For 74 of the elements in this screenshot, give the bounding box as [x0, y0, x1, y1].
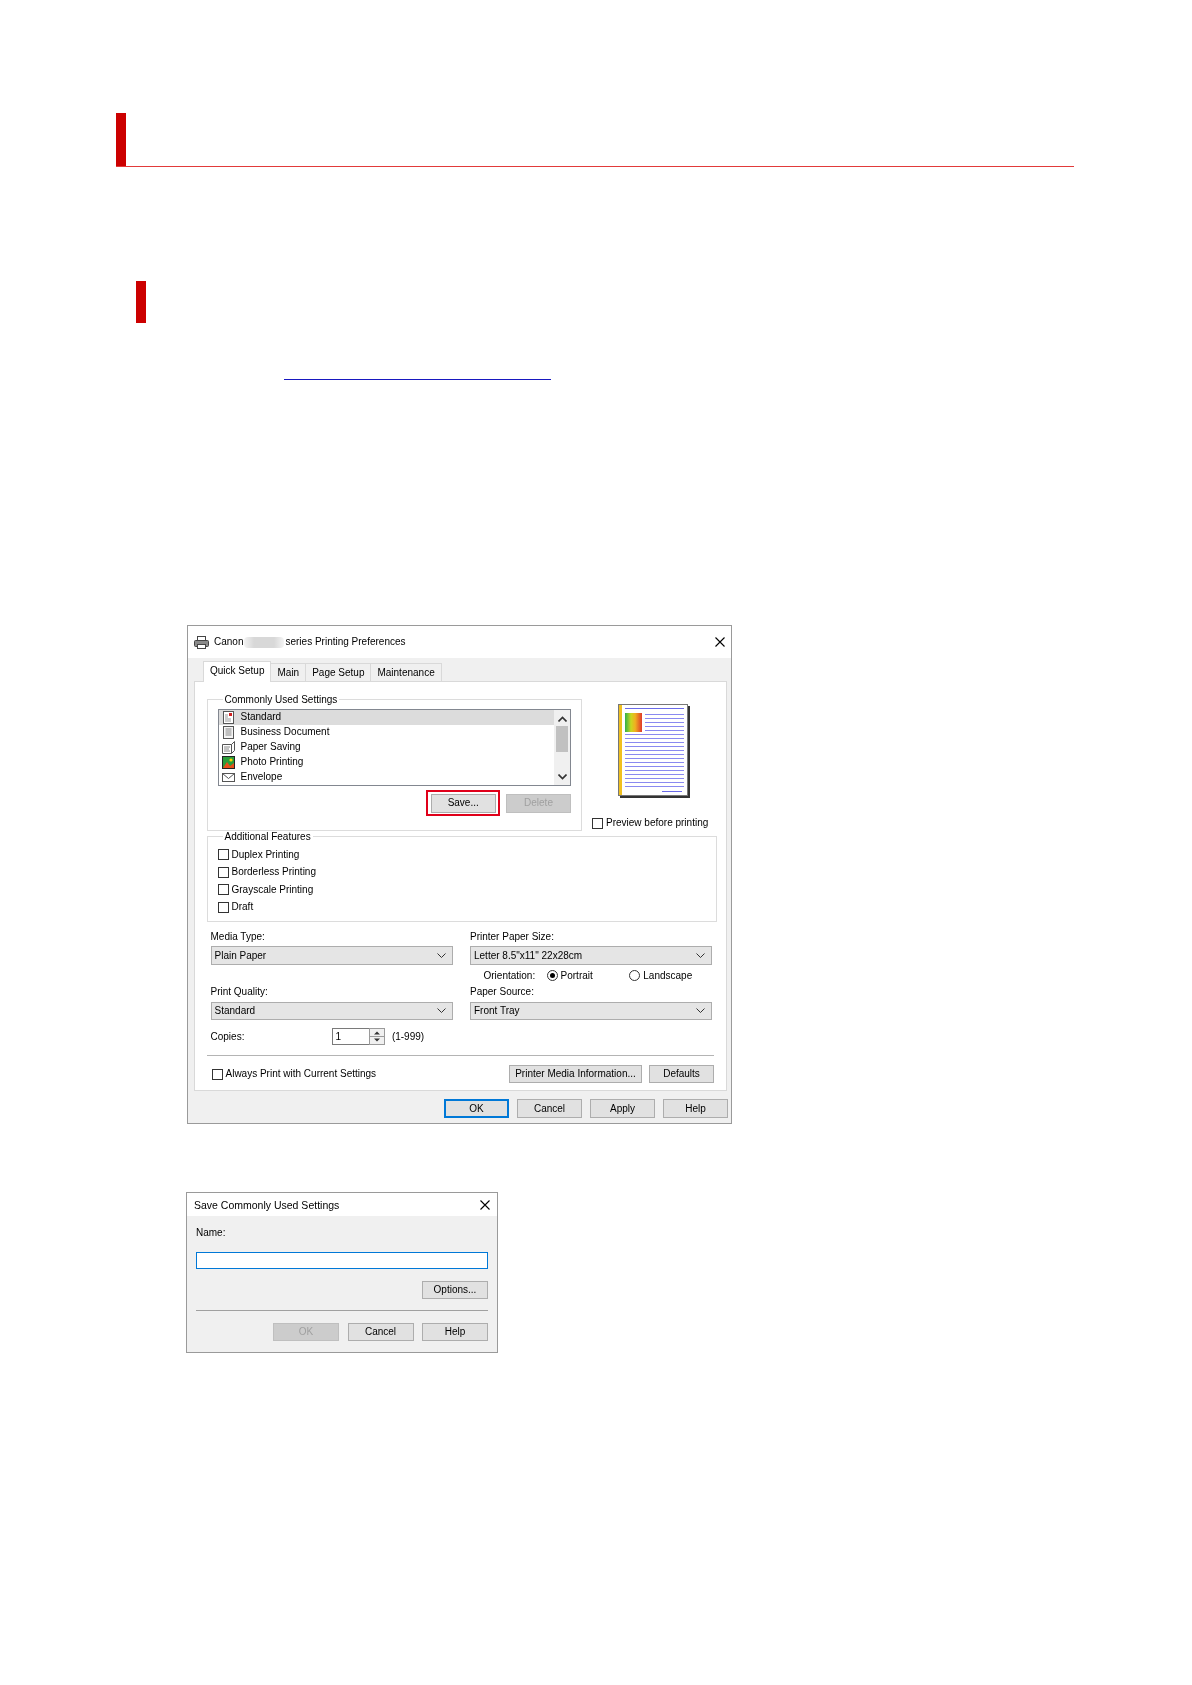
dropdown[interactable]: Front Tray [470, 1001, 712, 1020]
folded-page-icon [222, 740, 235, 754]
picture-icon [222, 755, 235, 769]
close-icon[interactable] [715, 637, 725, 647]
name-field[interactable] [196, 1252, 488, 1269]
envelope-icon [222, 770, 235, 784]
title-text: Save Commonly Used Settings [194, 1198, 340, 1211]
radio-button[interactable] [546, 970, 558, 982]
group-label: Additional Features [223, 831, 312, 842]
help-button[interactable]: Help [422, 1323, 488, 1341]
title-text: series Printing Preferences [285, 636, 406, 648]
spin-arrows-icon[interactable] [368, 1028, 385, 1046]
list-item[interactable]: Business Document [218, 724, 554, 740]
scroll-down-icon[interactable] [557, 773, 567, 780]
media-info-button[interactable]: Printer Media Information... [509, 1065, 642, 1084]
title-text: Canon [214, 636, 244, 648]
field-label: Name: [196, 1227, 227, 1239]
radio-button[interactable] [629, 970, 641, 982]
copies-field[interactable]: 1 [331, 1028, 369, 1046]
options-button[interactable]: Options... [422, 1281, 488, 1299]
checkbox-label[interactable]: Duplex Printing [231, 848, 300, 861]
save-button[interactable]: Save... [430, 793, 496, 813]
apply-button[interactable]: Apply [590, 1099, 655, 1118]
chevron-down-icon[interactable] [696, 953, 705, 959]
field-label: Media Type: [210, 930, 266, 943]
radio-label[interactable]: Portrait [560, 969, 593, 982]
checkbox-label[interactable]: Always Print with Current Settings [225, 1068, 377, 1081]
blurred-block [244, 636, 285, 648]
checkbox-label[interactable]: Draft [231, 901, 254, 914]
list-box[interactable]: Standard Business Document Paper Saving Photo Printing Envelope [217, 708, 571, 786]
scroll-thumb[interactable] [556, 726, 568, 752]
scrollbar[interactable] [554, 709, 570, 785]
list-item[interactable]: Envelope [218, 769, 554, 785]
page-icon [222, 710, 235, 724]
ok-button[interactable]: OK [444, 1099, 509, 1118]
close-icon[interactable] [480, 1199, 490, 1210]
checkbox[interactable] [211, 1068, 223, 1080]
tab[interactable]: Page Setup [305, 663, 372, 681]
field-label: Paper Source: [470, 985, 535, 998]
group-label: Commonly Used Settings [223, 693, 339, 705]
dropdown[interactable]: Letter 8.5"x11" 22x28cm [470, 946, 712, 965]
cancel-button[interactable]: Cancel [347, 1323, 414, 1341]
checkbox[interactable] [217, 849, 229, 861]
cancel-button[interactable]: Cancel [517, 1099, 582, 1118]
radio-label[interactable]: Landscape [643, 969, 693, 982]
chevron-down-icon[interactable] [436, 953, 446, 959]
dropdown[interactable]: Standard [210, 1001, 453, 1020]
subheading-marker [136, 281, 146, 323]
checkbox-label[interactable]: Preview before printing [606, 817, 709, 829]
range-text: (1-999) [391, 1030, 425, 1043]
checkbox-label[interactable]: Borderless Printing [231, 866, 316, 879]
checkbox-label[interactable]: Grayscale Printing [231, 883, 314, 896]
chevron-down-icon[interactable] [436, 1008, 446, 1014]
checkbox[interactable] [217, 901, 229, 913]
list-item[interactable]: Paper Saving [218, 739, 554, 755]
defaults-button[interactable]: Defaults [649, 1065, 714, 1084]
checkbox[interactable] [592, 817, 603, 829]
field-label: Orientation: [483, 969, 537, 982]
list-item[interactable]: Standard [218, 709, 554, 725]
chevron-down-icon[interactable] [696, 1008, 705, 1014]
dropdown[interactable]: Plain Paper [210, 946, 453, 965]
printer-icon [194, 635, 209, 649]
tab[interactable]: Quick Setup [203, 661, 272, 682]
checkbox[interactable] [217, 884, 229, 896]
checkbox[interactable] [217, 866, 229, 878]
heading-marker [116, 113, 126, 166]
field-label: Copies: [210, 1030, 246, 1043]
list-item[interactable]: Photo Printing [218, 754, 554, 770]
help-button[interactable]: Help [663, 1099, 728, 1118]
field-label: Print Quality: [210, 985, 269, 998]
field-label: Printer Paper Size: [470, 930, 555, 943]
scroll-up-icon[interactable] [557, 715, 567, 722]
document-icon [222, 725, 235, 739]
tab[interactable]: Maintenance [370, 663, 442, 681]
